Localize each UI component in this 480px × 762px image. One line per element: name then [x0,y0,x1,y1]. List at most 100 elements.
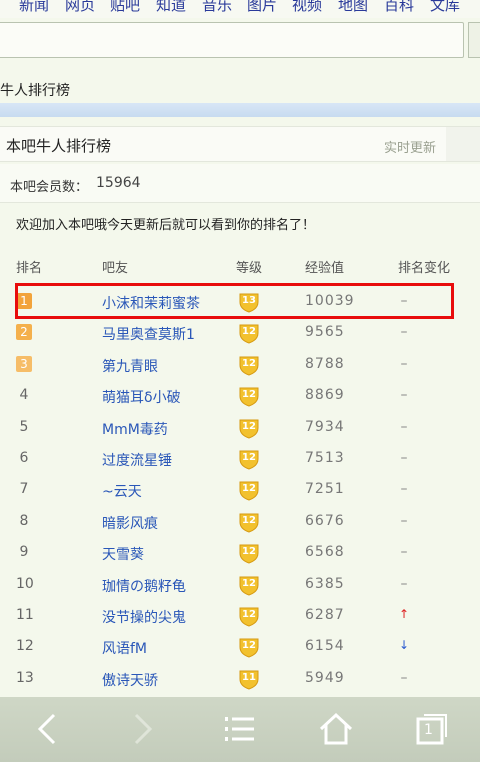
search-button[interactable] [468,22,480,58]
exp-value: 6568 [305,544,345,561]
col-change: 排名变化 [398,261,451,276]
user-name-link[interactable]: ~云天 [102,481,142,501]
rank-up-icon: ↑ [398,607,410,621]
exp-value: 6287 [305,607,345,623]
exp-value: 9565 [305,324,345,341]
level-number: 12 [242,389,256,401]
rank-change: – [400,324,408,341]
level-number: 12 [242,357,256,369]
top-nav: 新闻 网页 贴吧 知道 音乐 图片 视频 地图 百科 文库 [0,0,480,18]
page-title: 本吧牛人排行榜 [6,137,112,155]
user-name-link[interactable]: 天雪葵 [102,544,144,564]
exp-value: 7513 [305,450,345,466]
level-number: 12 [242,514,256,526]
rank-down-icon: ↓ [398,638,410,653]
user-name-link[interactable]: 过度流星锤 [102,450,172,470]
nav-zhidao[interactable]: 知道 [156,0,186,15]
user-name-link[interactable]: MmM毒药 [102,419,168,439]
tabs-count: 1 [424,722,433,738]
table-row: 3 第九青眼 12 8788 – [0,350,480,382]
user-name-link[interactable]: 风语fM [102,638,147,658]
rank-change: – [400,575,408,592]
tabs-icon[interactable]: 1 [414,711,450,747]
level-badge-icon: 12 [238,542,260,564]
level-badge-icon: 12 [238,448,260,470]
rank-number: 6 [19,450,29,466]
level-badge-icon: 12 [238,605,260,627]
nav-video[interactable]: 视频 [292,0,322,15]
search-input[interactable] [0,22,464,58]
rank-change: – [400,544,408,561]
level-badge-icon: 12 [238,574,260,596]
rank-number: 3 [16,355,32,372]
menu-icon[interactable] [222,711,258,747]
table-row: 9 天雪葵 12 6568 – [0,538,480,570]
user-name-link[interactable]: 傲诗天骄 [102,670,158,690]
level-number: 12 [242,420,256,432]
nav-news[interactable]: 新闻 [19,0,49,15]
member-count-value: 15964 [96,175,141,191]
home-icon[interactable] [318,711,354,747]
table-row: 5 MmM毒药 12 7934 – [0,413,480,445]
forward-icon[interactable] [124,711,160,747]
rank-number: 7 [19,481,29,498]
level-badge-icon: 12 [238,322,260,344]
ranking-header: 本吧牛人排行榜 实时更新 [0,126,480,162]
col-name: 吧友 [102,261,129,276]
user-name-link[interactable]: 马里奥查莫斯1 [102,324,195,344]
user-name-link[interactable]: 珈情の鹅籽龟 [102,576,186,596]
rank-change: – [400,512,408,529]
rank-number: 8 [19,512,29,529]
nav-map[interactable]: 地图 [338,0,368,15]
table-row: 11 没节操的尖鬼 12 6287 ↑ [0,601,480,633]
col-rank: 排名 [16,261,43,276]
nav-music[interactable]: 音乐 [202,0,232,15]
rank-number: 13 [16,669,34,686]
level-number: 12 [242,640,256,652]
scroll-strip [446,127,480,161]
level-number: 12 [242,546,256,558]
level-number: 11 [242,671,256,683]
level-badge-icon: 12 [238,479,260,501]
level-number: 12 [242,577,256,589]
table-row: 6 过度流星锤 12 7513 – [0,444,480,476]
rank-change: – [400,387,408,404]
table-row: 13 傲诗天骄 11 5949 – [0,664,480,696]
breadcrumb: 牛人排行榜 [0,83,70,99]
search-bar [0,20,480,64]
rank-change: – [400,669,408,686]
back-icon[interactable] [30,711,66,747]
nav-web[interactable]: 网页 [65,0,95,15]
table-row: 4 萌猫耳δ小破 12 8869 – [0,381,480,413]
user-name-link[interactable]: 萌猫耳δ小破 [102,387,181,407]
level-badge-icon: 12 [238,636,260,658]
member-count-label: 本吧会员数： [10,180,89,195]
rank-change: – [400,450,408,466]
level-number: 12 [242,452,256,463]
nav-images[interactable]: 图片 [247,0,277,15]
table-row: 10 珈情の鹅籽龟 12 6385 – [0,570,480,602]
user-name-link[interactable]: 没节操的尖鬼 [102,607,186,627]
level-number: 12 [242,326,256,338]
user-name-link[interactable]: 暗影风痕 [102,513,158,533]
exp-value: 6385 [305,575,345,592]
level-badge-icon: 11 [238,668,260,690]
table-row: 2 马里奥查莫斯1 12 9565 – [0,318,480,350]
exp-value: 5949 [305,669,345,686]
exp-value: 7934 [305,418,345,435]
nav-wenku[interactable]: 文库 [430,0,460,15]
rank-change: – [400,355,408,372]
user-name-link[interactable]: 第九青眼 [102,356,158,376]
level-badge-icon: 12 [238,417,260,439]
level-badge-icon: 12 [238,511,260,533]
welcome-message: 欢迎加入本吧哦今天更新后就可以看到你的排名了！ [16,218,316,233]
header-band [0,103,480,117]
browser-bottom-bar: 1 [0,697,480,762]
nav-baike[interactable]: 百科 [384,0,414,15]
nav-tieba[interactable]: 贴吧 [110,0,140,15]
realtime-update-link[interactable]: 实时更新 [384,137,436,156]
exp-value: 7251 [305,481,345,498]
member-count-box: 本吧会员数： 15964 [0,164,480,203]
level-badge-icon: 12 [238,385,260,407]
level-number: 12 [242,609,256,620]
